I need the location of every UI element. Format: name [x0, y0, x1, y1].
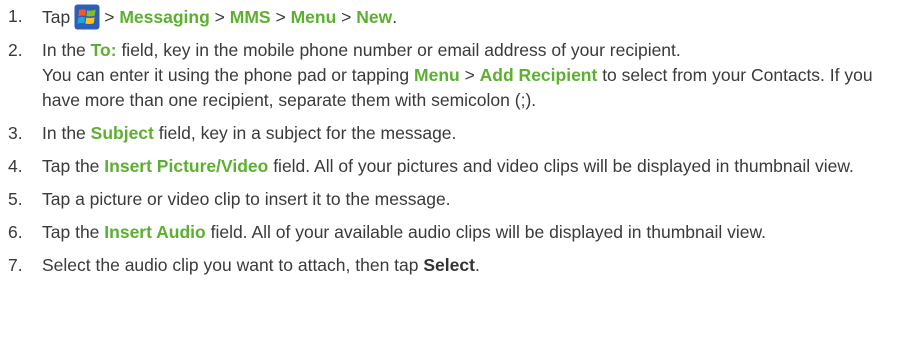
step-number: 5.: [8, 189, 23, 209]
step-1: 1. Tap > Messaging > MMS > Menu > New.: [8, 4, 894, 30]
step-text: field, key in a subject for the message.: [153, 123, 457, 143]
step-number: 1.: [8, 6, 23, 26]
step-text: .: [474, 255, 480, 275]
step-4: 4. Tap the Insert Picture/Video field. A…: [8, 154, 894, 179]
step-number: 2.: [8, 40, 23, 60]
menu-menu: Menu: [290, 7, 337, 27]
instruction-list: 1. Tap > Messaging > MMS > Menu > New. 2…: [0, 0, 902, 278]
step-text: Select the audio clip you want to attach…: [42, 255, 424, 275]
step-text: .: [392, 7, 398, 27]
menu-messaging: Messaging: [119, 7, 210, 27]
step-text: field. All of your available audio clips…: [205, 222, 767, 242]
menu-mms: MMS: [229, 7, 271, 27]
menu-menu: Menu: [414, 65, 460, 85]
field-insert-audio: Insert Audio: [104, 222, 206, 242]
step-text: In the: [42, 40, 91, 60]
step-text: Tap a picture or video clip to insert it…: [42, 189, 451, 209]
path-separator: >: [341, 7, 352, 27]
path-separator: >: [214, 7, 225, 27]
button-select: Select: [423, 255, 475, 275]
step-5: 5. Tap a picture or video clip to insert…: [8, 187, 894, 212]
step-3: 3. In the Subject field, key in a subjec…: [8, 121, 894, 146]
path-separator: >: [275, 7, 286, 27]
step-7: 7. Select the audio clip you want to att…: [8, 253, 894, 278]
path-separator: >: [104, 7, 115, 27]
field-subject: Subject: [90, 123, 154, 143]
step-2: 2. In the To: field, key in the mobile p…: [8, 38, 894, 113]
step-text: Tap the: [42, 222, 105, 242]
field-insert-picture-video: Insert Picture/Video: [104, 156, 269, 176]
step-text: You can enter it using the phone pad or …: [42, 65, 415, 85]
step-text: Tap the: [42, 156, 105, 176]
step-number: 3.: [8, 123, 23, 143]
windows-start-icon: [74, 4, 100, 30]
step-number: 4.: [8, 156, 23, 176]
step-text: Tap: [42, 7, 71, 27]
menu-new: New: [356, 7, 393, 27]
step-number: 7.: [8, 255, 23, 275]
step-text: field, key in the mobile phone number or…: [116, 40, 681, 60]
step-text: field. All of your pictures and video cl…: [268, 156, 854, 176]
menu-add-recipient: Add Recipient: [479, 65, 598, 85]
step-number: 6.: [8, 222, 23, 242]
step-6: 6. Tap the Insert Audio field. All of yo…: [8, 220, 894, 245]
field-to: To:: [90, 40, 117, 60]
step-text: In the: [42, 123, 91, 143]
path-separator: >: [459, 65, 480, 85]
